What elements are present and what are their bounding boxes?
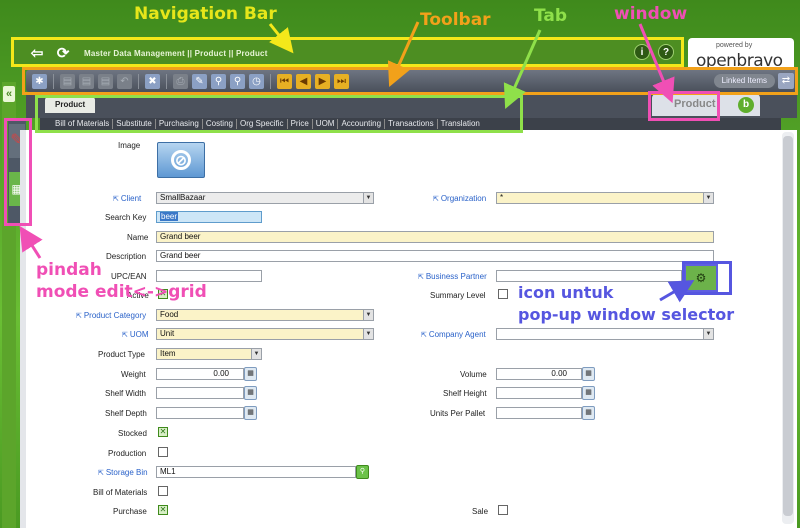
chevron-down-icon[interactable]: ▼ xyxy=(363,310,373,320)
calculator-icon[interactable]: ▦ xyxy=(582,406,595,420)
mode-annotation-line2: mode edit<->grid xyxy=(36,282,207,302)
name-label: Name xyxy=(127,233,149,242)
product-type-value: Item xyxy=(160,349,176,358)
scrollbar[interactable] xyxy=(782,132,794,524)
search-key-value: beer xyxy=(160,212,179,221)
image-label: Image xyxy=(118,141,141,150)
name-input[interactable]: Grand beer xyxy=(156,231,714,243)
business-partner-input[interactable] xyxy=(496,270,682,282)
product-category-label[interactable]: Product Category xyxy=(76,311,146,320)
storage-bin-value: ML1 xyxy=(160,467,176,476)
client-value: SmallBazaar xyxy=(160,193,206,202)
scrollbar-thumb[interactable] xyxy=(783,136,793,516)
chevron-down-icon[interactable]: ▼ xyxy=(363,193,373,203)
summary-level-label: Summary Level xyxy=(430,291,486,300)
weight-input[interactable]: 0.00 ▦ xyxy=(156,367,257,381)
upc-label: UPC/EAN xyxy=(111,272,147,281)
calculator-icon[interactable]: ▦ xyxy=(244,367,257,381)
storage-bin-input[interactable]: ML1 ⚲ xyxy=(156,465,369,479)
upc-input[interactable] xyxy=(156,270,262,282)
client-select[interactable]: SmallBazaar ▼ xyxy=(156,192,374,204)
production-label: Production xyxy=(108,449,147,458)
storage-bin-label[interactable]: Storage Bin xyxy=(98,468,148,477)
popup-annotation-line2: pop-up window selector xyxy=(518,305,735,324)
purchase-checkbox[interactable]: ✕ xyxy=(158,505,168,515)
chevron-down-icon[interactable]: ▼ xyxy=(251,349,261,359)
logo-powered-by: powered by xyxy=(716,42,753,49)
mode-switch-highlight xyxy=(4,118,32,226)
description-input[interactable]: Grand beer xyxy=(156,250,714,262)
calculator-icon[interactable]: ▦ xyxy=(244,406,257,420)
client-label[interactable]: Client xyxy=(113,194,141,203)
chevron-down-icon[interactable]: ▼ xyxy=(703,329,713,339)
no-image-icon: ⊘ xyxy=(171,150,191,170)
toolbar-annotation: Toolbar xyxy=(420,10,491,30)
purchase-label: Purchase xyxy=(113,507,147,516)
volume-value: 0.00 xyxy=(551,369,567,378)
uom-value: Unit xyxy=(160,329,175,338)
popup-selector-highlight xyxy=(682,261,732,295)
production-checkbox[interactable] xyxy=(158,447,168,457)
window-highlight xyxy=(648,91,720,121)
shelf-depth-label: Shelf Depth xyxy=(105,409,147,418)
units-per-pallet-input[interactable]: ▦ xyxy=(496,406,595,420)
bill-of-materials-label: Bill of Materials xyxy=(93,488,148,497)
tab-highlight xyxy=(35,95,523,133)
collapse-menu-icon[interactable]: « xyxy=(3,86,15,102)
mode-annotation-line1: pindah xyxy=(36,260,102,280)
summary-level-checkbox[interactable] xyxy=(498,289,508,299)
navigation-bar-highlight xyxy=(11,37,684,67)
calculator-icon[interactable]: ▦ xyxy=(582,367,595,381)
sale-checkbox[interactable] xyxy=(498,505,508,515)
product-category-select[interactable]: Food ▼ xyxy=(156,309,374,321)
product-category-value: Food xyxy=(160,310,179,319)
units-per-pallet-label: Units Per Pallet xyxy=(430,409,486,418)
search-selector-icon[interactable]: ⚲ xyxy=(356,465,369,479)
company-agent-label[interactable]: Company Agent xyxy=(421,330,486,339)
shelf-width-label: Shelf Width xyxy=(105,389,146,398)
organization-label[interactable]: Organization xyxy=(433,194,486,203)
stocked-checkbox[interactable]: ✕ xyxy=(158,427,168,437)
shelf-depth-input[interactable]: ▦ xyxy=(156,406,257,420)
weight-value: 0.00 xyxy=(213,369,229,378)
volume-label: Volume xyxy=(460,370,487,379)
search-key-input[interactable]: beer xyxy=(156,211,262,223)
popup-annotation-line1: icon untuk xyxy=(518,283,614,302)
company-agent-select[interactable]: ▼ xyxy=(496,328,714,340)
window-annotation: window xyxy=(614,4,688,24)
organization-select[interactable]: * ▼ xyxy=(496,192,714,204)
product-type-label: Product Type xyxy=(98,350,145,359)
navigation-bar-annotation: Navigation Bar xyxy=(134,4,277,24)
openbravo-window-icon: b xyxy=(738,97,754,113)
uom-label[interactable]: UOM xyxy=(122,330,149,339)
product-type-select[interactable]: Item ▼ xyxy=(156,348,262,360)
weight-label: Weight xyxy=(121,370,146,379)
business-partner-label[interactable]: Business Partner xyxy=(418,272,487,281)
sale-label: Sale xyxy=(472,507,489,516)
calculator-icon[interactable]: ▦ xyxy=(582,386,595,400)
shelf-height-label: Shelf Height xyxy=(443,389,487,398)
uom-select[interactable]: Unit ▼ xyxy=(156,328,374,340)
chevron-down-icon[interactable]: ▼ xyxy=(703,193,713,203)
bill-of-materials-checkbox[interactable] xyxy=(158,486,168,496)
volume-input[interactable]: 0.00 ▦ xyxy=(496,367,595,381)
stocked-label: Stocked xyxy=(118,429,147,438)
chevron-down-icon[interactable]: ▼ xyxy=(363,329,373,339)
search-key-label: Search Key xyxy=(105,213,147,222)
calculator-icon[interactable]: ▦ xyxy=(244,386,257,400)
shelf-height-input[interactable]: ▦ xyxy=(496,386,595,400)
description-label: Description xyxy=(106,252,147,261)
product-image[interactable]: ⊘ xyxy=(157,142,205,178)
shelf-width-input[interactable]: ▦ xyxy=(156,386,257,400)
tab-annotation: Tab xyxy=(534,6,568,26)
organization-value: * xyxy=(500,193,504,202)
